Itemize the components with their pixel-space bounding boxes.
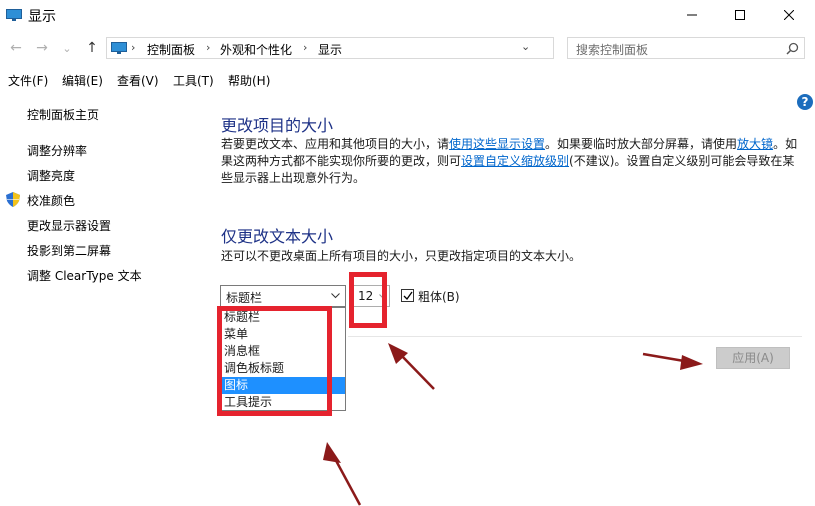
menu-tools[interactable]: 工具(T) [173, 72, 214, 89]
address-dropdown-icon[interactable]: ⌄ [521, 40, 530, 53]
breadcrumb-appearance[interactable]: 外观和个性化 [220, 41, 292, 58]
text: (不建议)。设置自定义级别可能会导致在某 [569, 154, 795, 168]
minimize-icon [687, 14, 697, 16]
monitor-icon [6, 9, 22, 21]
annotation-box-size [349, 272, 387, 328]
help-icon[interactable]: ? [797, 94, 813, 110]
breadcrumb-separator: › [131, 41, 136, 54]
shield-icon [6, 192, 20, 207]
text-element-value: 标题栏 [226, 291, 263, 305]
breadcrumb-control-panel[interactable]: 控制面板 [147, 41, 195, 58]
menu-file[interactable]: 文件(F) [8, 72, 48, 89]
annotation-box-options [217, 306, 332, 416]
sidebar-item-brightness[interactable]: 调整亮度 [27, 167, 75, 184]
sidebar-item-cleartype[interactable]: 调整 ClearType 文本 [27, 267, 142, 284]
close-icon [784, 10, 794, 20]
bold-checkbox[interactable] [401, 289, 414, 302]
sidebar-home[interactable]: 控制面板主页 [27, 106, 99, 123]
menu-edit[interactable]: 编辑(E) [62, 72, 103, 89]
description-line-1: 若要更改文本、应用和其他项目的大小，请使用这些显示设置。如果要临时放大部分屏幕，… [221, 136, 806, 153]
text-element-select[interactable]: 标题栏 [220, 285, 346, 307]
description-line-2: 果这两种方式都不能实现你所要的更改，则可设置自定义缩放级别(不建议)。设置自定义… [221, 153, 806, 170]
back-button[interactable]: ← [6, 38, 26, 58]
custom-scaling-link[interactable]: 设置自定义缩放级别 [461, 154, 569, 168]
close-button[interactable] [766, 0, 812, 30]
menu-help[interactable]: 帮助(H) [228, 72, 270, 89]
sidebar-item-project[interactable]: 投影到第二屏幕 [27, 242, 111, 259]
title-bar: 显示 [0, 0, 815, 30]
section-title-item-size: 更改项目的大小 [221, 116, 334, 135]
up-button[interactable]: ↑ [82, 38, 102, 58]
arrow-to-dropdown [323, 442, 362, 506]
section-title-text-size: 仅更改文本大小 [221, 227, 334, 246]
breadcrumb-separator[interactable]: › [303, 41, 307, 54]
sidebar-item-display-settings[interactable]: 更改显示器设置 [27, 217, 111, 234]
back-arrow-icon: ← [10, 40, 22, 56]
sidebar-item-resolution[interactable]: 调整分辨率 [27, 142, 87, 159]
divider [348, 336, 802, 337]
magnifier-link[interactable]: 放大镜 [737, 137, 773, 151]
text-size-description: 还可以不更改桌面上所有项目的大小，只更改指定项目的文本大小。 [221, 249, 582, 263]
maximize-icon [735, 10, 745, 20]
breadcrumb-display[interactable]: 显示 [318, 41, 342, 58]
item-size-description: 若要更改文本、应用和其他项目的大小，请使用这些显示设置。如果要临时放大部分屏幕，… [221, 136, 806, 187]
maximize-button[interactable] [717, 0, 763, 30]
window-title: 显示 [28, 9, 56, 25]
bold-label[interactable]: 粗体(B) [418, 288, 460, 305]
breadcrumb-separator[interactable]: › [206, 41, 210, 54]
forward-button[interactable]: → [32, 38, 52, 58]
chevron-down-icon [331, 293, 340, 299]
text: 。如果要临时放大部分屏幕，请使用 [545, 137, 738, 151]
arrow-to-size [388, 343, 435, 390]
sidebar-item-calibrate[interactable]: 校准颜色 [27, 192, 75, 209]
checkmark-icon [403, 291, 413, 301]
apply-button[interactable]: 应用(A) [716, 347, 790, 369]
menu-view[interactable]: 查看(V) [117, 72, 159, 89]
up-arrow-icon: ↑ [86, 40, 98, 56]
forward-arrow-icon: → [36, 40, 48, 56]
chevron-down-icon: ⌄ [62, 41, 72, 55]
text: 。如 [773, 137, 798, 151]
text: 若要更改文本、应用和其他项目的大小，请 [221, 137, 450, 151]
address-bar[interactable]: › 控制面板 › 外观和个性化 › 显示 ⌄ ↻ [106, 37, 656, 59]
description-line-3: 些显示器上出现意外行为。 [221, 171, 366, 185]
search-icon [786, 42, 799, 55]
minimize-button[interactable] [669, 0, 715, 30]
search-input[interactable]: 搜索控制面板 [567, 37, 805, 59]
display-settings-link[interactable]: 使用这些显示设置 [449, 137, 545, 151]
arrow-to-apply [642, 352, 703, 370]
recent-locations-button[interactable]: ⌄ [60, 38, 74, 58]
control-panel-icon [111, 42, 127, 54]
text: 果这两种方式都不能实现你所要的更改，则可 [221, 154, 462, 168]
search-placeholder: 搜索控制面板 [576, 43, 649, 57]
